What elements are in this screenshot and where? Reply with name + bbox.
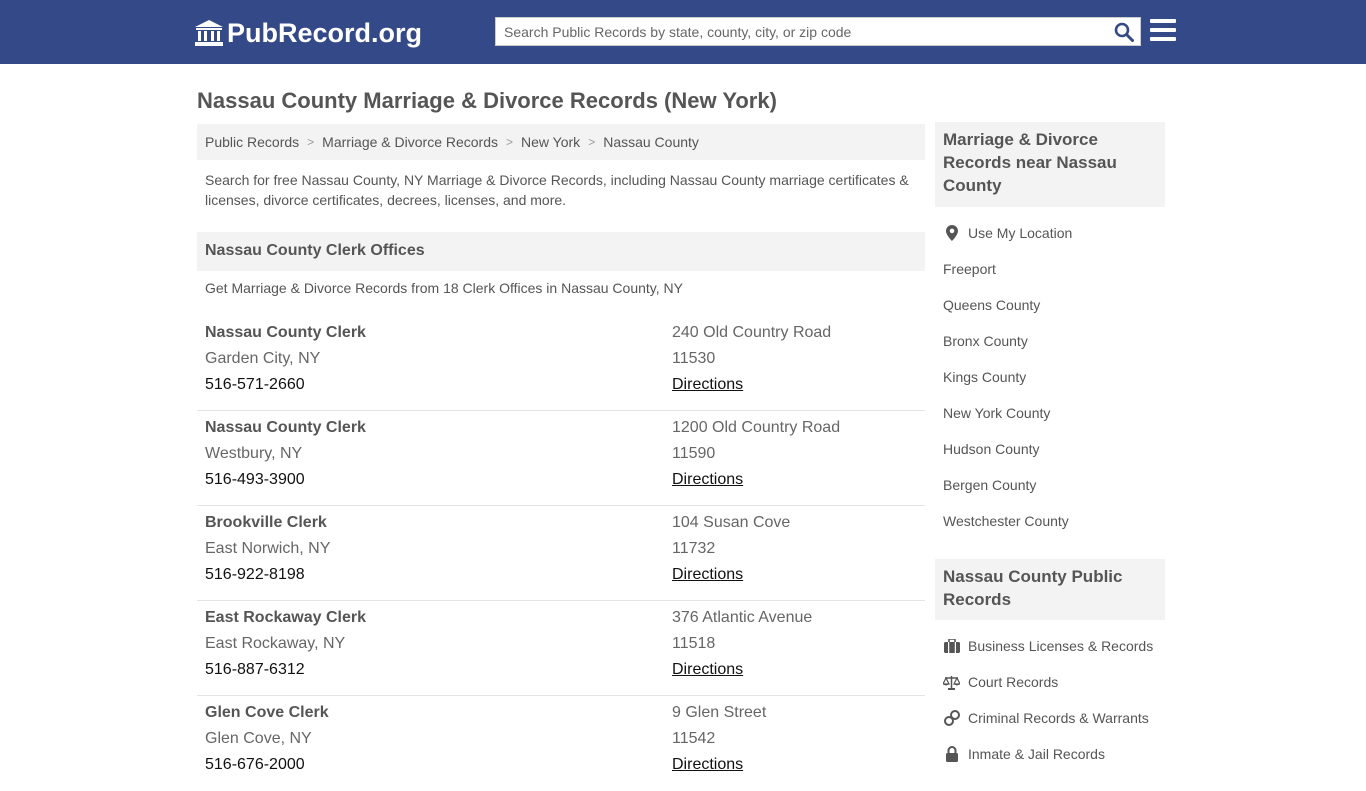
office-zip: 11542 [672,730,716,747]
intro-text: Search for free Nassau County, NY Marria… [205,172,909,208]
sidebar-item-new-york-county[interactable]: New York County [943,395,1165,431]
courthouse-icon [195,20,223,46]
sidebar-item-hudson-county[interactable]: Hudson County [943,431,1165,467]
list-item: Brookville Clerk East Norwich, NY 516-92… [197,506,925,601]
sidebar-item-label: Inmate & Jail Records [968,746,1105,762]
office-city: Garden City, NY [205,350,321,367]
office-phone[interactable]: 516-922-8198 [205,562,330,588]
search-icon[interactable] [1114,22,1134,42]
office-city: East Norwich, NY [205,540,331,557]
office-phone[interactable]: 516-676-2000 [205,752,329,778]
sidebar-item-westchester-county[interactable]: Westchester County [943,503,1165,539]
sidebar-item-business-licenses[interactable]: Business Licenses & Records [943,628,1165,664]
office-zip: 11530 [672,350,716,367]
clerk-section-subtitle: Get Marriage & Divorce Records from 18 C… [205,280,683,296]
directions-link[interactable]: Directions [672,661,743,678]
sidebar-item-label: Court Records [968,674,1059,690]
directions-link[interactable]: Directions [672,756,743,773]
office-zip: 11590 [672,445,716,462]
search-input[interactable] [496,18,1096,45]
breadcrumb-new-york[interactable]: New York [521,134,580,150]
site-logo[interactable]: PubRecord.org [194,16,422,50]
sidebar-item-label: Business Licenses & Records [968,638,1154,654]
nearby-records-list: Use My Location Freeport Queens County B… [943,215,1165,539]
office-city: East Rockaway, NY [205,635,346,652]
list-item: Glen Cove Clerk Glen Cove, NY 516-676-20… [197,696,925,791]
sidebar-item-court-records[interactable]: Court Records [943,664,1165,700]
map-pin-icon [943,225,960,242]
handcuffs-icon [943,710,960,727]
hamburger-menu-icon[interactable] [1150,19,1176,43]
directions-link[interactable]: Directions [672,471,743,488]
use-my-location-link[interactable]: Use My Location [943,215,1165,251]
breadcrumb-public-records[interactable]: Public Records [205,134,299,150]
list-item: East Rockaway Clerk East Rockaway, NY 51… [197,601,925,696]
office-address: 104 Susan Cove [672,514,791,531]
office-address: 9 Glen Street [672,704,767,721]
sidebar-item-queens-county[interactable]: Queens County [943,287,1165,323]
list-item: Nassau County Clerk Garden City, NY 516-… [197,316,925,411]
clerk-office-list: Nassau County Clerk Garden City, NY 516-… [197,316,925,791]
nearby-records-title: Marriage & Divorce Records near Nassau C… [935,122,1165,207]
clerk-section-title: Nassau County Clerk Offices [197,232,925,271]
sidebar-item-kings-county[interactable]: Kings County [943,359,1165,395]
office-address: 1200 Old Country Road [672,419,841,436]
chevron-right-icon: > [506,135,514,149]
list-item: Nassau County Clerk Westbury, NY 516-493… [197,411,925,506]
lock-icon [943,746,960,763]
office-name[interactable]: Glen Cove Clerk [205,700,329,726]
sidebar-item-criminal-records[interactable]: Criminal Records & Warrants [943,700,1165,736]
scales-icon [943,674,960,691]
sidebar-item-inmate-records[interactable]: Inmate & Jail Records [943,736,1165,772]
office-city: Glen Cove, NY [205,730,312,747]
briefcase-icon [943,638,960,655]
public-records-title: Nassau County Public Records [935,559,1165,620]
chevron-right-icon: > [588,135,596,149]
office-name[interactable]: Brookville Clerk [205,510,330,536]
directions-link[interactable]: Directions [672,376,743,393]
top-navbar: PubRecord.org [0,0,1366,64]
search-bar [495,17,1141,46]
office-name[interactable]: East Rockaway Clerk [205,605,366,631]
office-address: 376 Atlantic Avenue [672,609,813,626]
sidebar-item-label: Criminal Records & Warrants [968,710,1149,726]
office-phone[interactable]: 516-571-2660 [205,372,366,398]
sidebar-item-bergen-county[interactable]: Bergen County [943,467,1165,503]
office-phone[interactable]: 516-887-6312 [205,657,366,683]
breadcrumb: Public Records > Marriage & Divorce Reco… [197,124,925,160]
office-phone[interactable]: 516-493-3900 [205,467,366,493]
page-title: Nassau County Marriage & Divorce Records… [197,88,777,113]
office-zip: 11732 [672,540,716,557]
chevron-right-icon: > [307,135,315,149]
logo-text: PubRecord.org [227,17,423,48]
public-records-list: Business Licenses & Records Court Record… [943,628,1165,772]
directions-link[interactable]: Directions [672,566,743,583]
office-city: Westbury, NY [205,445,303,462]
breadcrumb-current: Nassau County [603,134,699,150]
sidebar-item-freeport[interactable]: Freeport [943,251,1165,287]
office-address: 240 Old Country Road [672,324,832,341]
sidebar-item-bronx-county[interactable]: Bronx County [943,323,1165,359]
office-name[interactable]: Nassau County Clerk [205,415,366,441]
office-name[interactable]: Nassau County Clerk [205,320,366,346]
breadcrumb-marriage-divorce[interactable]: Marriage & Divorce Records [322,134,498,150]
office-zip: 11518 [672,635,716,652]
sidebar-item-label: Use My Location [968,225,1073,241]
